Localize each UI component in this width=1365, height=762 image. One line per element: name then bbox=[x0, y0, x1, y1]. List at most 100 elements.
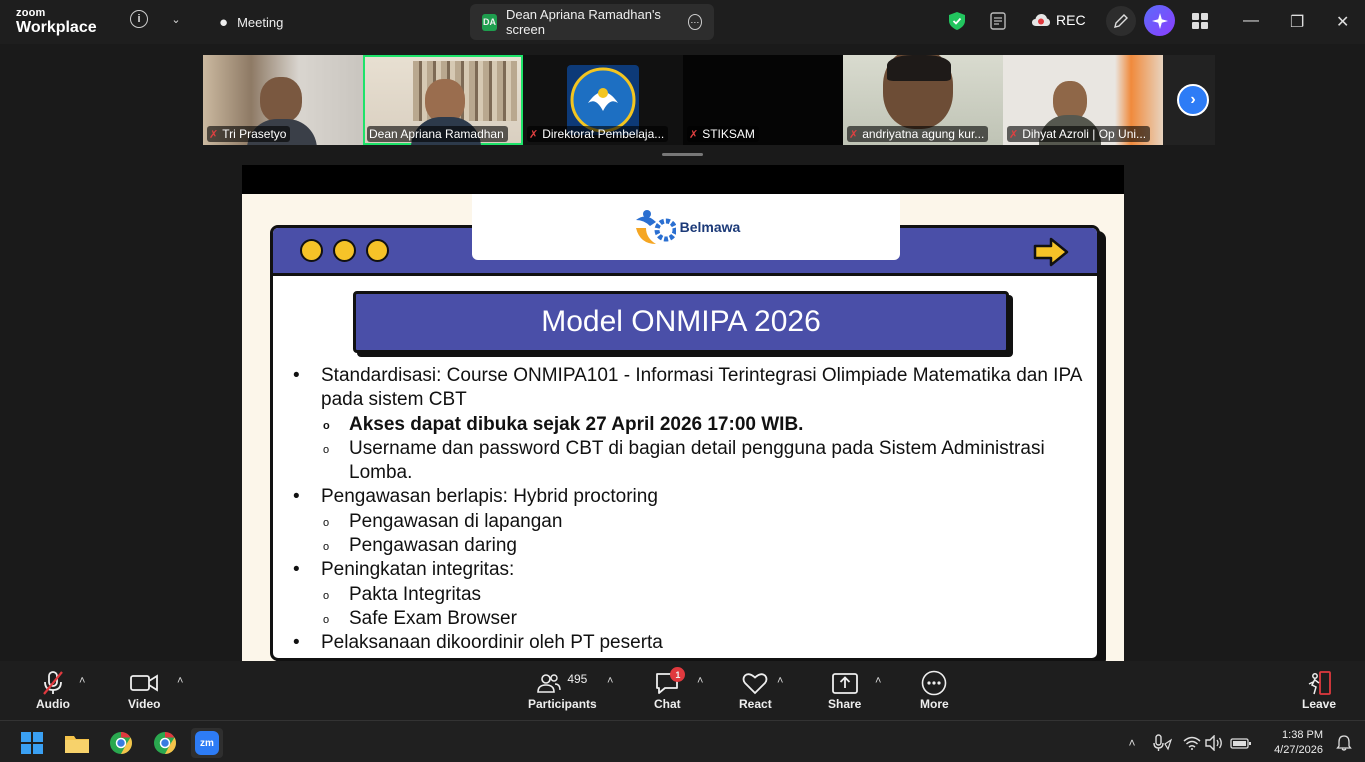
participant-tile[interactable]: ✗ andriyatna agung kur... bbox=[843, 55, 1003, 145]
chat-label: Chat bbox=[654, 697, 681, 711]
bullet-item: • Peningkatan integritas: bbox=[293, 558, 1093, 582]
participant-tile[interactable]: ✗ Dihyat Azroli | Op Uni... bbox=[1003, 55, 1163, 145]
paw-icon: ● bbox=[219, 13, 229, 31]
participant-name: ✗ Dihyat Azroli | Op Uni... bbox=[1007, 126, 1151, 142]
participants-options-caret-icon[interactable]: ˄ bbox=[607, 675, 613, 687]
bullet-dot: • bbox=[293, 365, 300, 386]
sub-bullet-item: o Pakta Integritas bbox=[293, 583, 1093, 607]
participant-name-text: Dean Apriana Ramadhan bbox=[369, 127, 504, 141]
annotate-pencil-icon[interactable] bbox=[1106, 6, 1136, 36]
participant-tile[interactable]: ✗ STIKSAM bbox=[683, 55, 843, 145]
sub-bullet-item: o Username dan password CBT di bagian det… bbox=[293, 437, 1093, 485]
belmawa-logo-text: Belmawa bbox=[679, 219, 741, 235]
yellow-dot-icon bbox=[366, 239, 389, 262]
react-button[interactable]: React bbox=[739, 669, 772, 711]
meeting-controls: Audio ˄ Video ˄ 495 Participants ˄ 1 Cha… bbox=[0, 661, 1365, 720]
react-options-caret-icon[interactable]: ˄ bbox=[777, 675, 783, 687]
slide-frame: Model ONMIPA 2026 • Standardisasi: Course… bbox=[270, 225, 1100, 661]
notification-bell-icon[interactable] bbox=[1328, 728, 1360, 758]
sub-bullet-text: Akses dapat dibuka sejak 27 April 2026 1… bbox=[349, 414, 804, 435]
slide-title: Model ONMIPA 2026 bbox=[353, 291, 1009, 353]
info-icon[interactable]: i bbox=[130, 10, 148, 28]
close-icon[interactable]: ✕ bbox=[1336, 12, 1349, 32]
more-options-icon[interactable]: ⋯ bbox=[687, 14, 703, 30]
minimize-icon[interactable]: — bbox=[1243, 12, 1259, 30]
more-label: More bbox=[920, 697, 949, 711]
share-options-caret-icon[interactable]: ˄ bbox=[875, 675, 881, 687]
sub-bullet-text: Pengawasan daring bbox=[349, 535, 517, 556]
participant-name-text: Direktorat Pembelaja... bbox=[542, 127, 665, 141]
audio-options-caret-icon[interactable]: ˄ bbox=[79, 675, 85, 687]
belmawa-logo: Belmawa bbox=[472, 194, 900, 260]
apps-grid-icon[interactable] bbox=[1190, 11, 1210, 31]
sub-bullet-item: o Akses dapat dibuka sejak 27 April 2026 … bbox=[293, 413, 1093, 437]
system-clock[interactable]: 1:38 PM 4/27/2026 bbox=[1274, 728, 1323, 758]
arrow-right-icon bbox=[1033, 237, 1069, 267]
sub-bullet-dot: o bbox=[323, 444, 330, 456]
shield-icon[interactable] bbox=[948, 11, 966, 31]
battery-icon[interactable] bbox=[1225, 728, 1257, 758]
belmawa-emblem-icon bbox=[635, 210, 676, 244]
sub-bullet-dot: o bbox=[323, 420, 330, 432]
participants-button[interactable]: 495 Participants bbox=[528, 669, 597, 711]
shared-screen-top-bar bbox=[242, 165, 1124, 194]
bullet-item: • Pelaksanaan dikoordinir oleh PT peserta bbox=[293, 631, 1093, 655]
leave-label: Leave bbox=[1302, 697, 1337, 711]
windows-start-icon[interactable] bbox=[16, 728, 48, 758]
video-feed bbox=[260, 77, 302, 123]
bullet-text: Peningkatan integritas: bbox=[321, 559, 515, 580]
video-button[interactable]: Video bbox=[128, 669, 160, 711]
chevron-up-icon[interactable]: ˄ bbox=[1116, 728, 1148, 758]
more-dots-icon bbox=[922, 670, 947, 696]
sub-bullet-text: Pakta Integritas bbox=[349, 584, 482, 605]
slide-content: • Standardisasi: Course ONMIPA101 - Infor… bbox=[293, 364, 1093, 656]
muted-mic-icon bbox=[43, 671, 63, 695]
participant-tile[interactable]: ✗ Direktorat Pembelaja... bbox=[523, 55, 683, 145]
sub-bullet-dot: o bbox=[323, 614, 330, 626]
share-button[interactable]: Share bbox=[828, 669, 861, 711]
mic-tray-icon[interactable] bbox=[1146, 728, 1178, 758]
chrome-profile-icon[interactable] bbox=[149, 728, 181, 758]
clock-time: 1:38 PM bbox=[1282, 729, 1323, 741]
chevron-down-icon[interactable]: ⌄ bbox=[168, 10, 184, 28]
muted-mic-icon: ✗ bbox=[209, 128, 219, 141]
participant-name: ✗ STIKSAM bbox=[687, 126, 759, 142]
bullet-dot: • bbox=[293, 559, 300, 580]
more-button[interactable]: More bbox=[920, 669, 949, 711]
chat-options-caret-icon[interactable]: ˄ bbox=[697, 675, 703, 687]
chrome-icon[interactable] bbox=[105, 728, 137, 758]
resize-handle[interactable] bbox=[662, 153, 703, 156]
sub-bullet-item: o Pengawasan di lapangan bbox=[293, 510, 1093, 534]
next-page-arrow-icon[interactable]: › bbox=[1177, 84, 1209, 116]
tab-meeting-label: Meeting bbox=[237, 14, 284, 30]
chat-unread-badge: 1 bbox=[670, 667, 686, 682]
leave-door-icon bbox=[1308, 671, 1331, 695]
recording-indicator[interactable]: REC bbox=[1032, 12, 1086, 28]
participant-tile-active-speaker[interactable]: Dean Apriana Ramadhan bbox=[363, 55, 523, 145]
tab-shared-screen[interactable]: DA Dean Apriana Ramadhan's screen ⋯ bbox=[470, 4, 714, 40]
muted-mic-icon: ✗ bbox=[529, 128, 539, 141]
video-options-caret-icon[interactable]: ˄ bbox=[177, 675, 183, 687]
video-camera-icon bbox=[130, 674, 159, 692]
audio-label: Audio bbox=[36, 697, 70, 711]
restore-icon[interactable]: ❐ bbox=[1290, 12, 1304, 32]
leave-button[interactable]: Leave bbox=[1302, 669, 1336, 711]
bullet-text: Pelaksanaan dikoordinir oleh PT peserta bbox=[321, 632, 663, 653]
file-explorer-icon[interactable] bbox=[61, 728, 93, 758]
sub-bullet-item: o Pengawasan daring bbox=[293, 534, 1093, 558]
video-feed-hair bbox=[887, 55, 951, 81]
tab-shared-screen-label: Dean Apriana Ramadhan's screen bbox=[505, 7, 661, 37]
heart-icon bbox=[742, 673, 768, 695]
notes-icon[interactable] bbox=[989, 11, 1007, 31]
zoom-app-icon[interactable]: zm bbox=[191, 728, 223, 758]
brand-line1: zoom bbox=[16, 7, 46, 19]
audio-button[interactable]: Audio bbox=[36, 669, 70, 711]
sub-bullet-dot: o bbox=[323, 517, 330, 529]
chat-button[interactable]: 1 Chat bbox=[654, 667, 686, 711]
participant-name: Dean Apriana Ramadhan bbox=[367, 126, 508, 142]
ai-companion-icon[interactable] bbox=[1144, 5, 1175, 36]
sub-bullet-item: o Safe Exam Browser bbox=[293, 607, 1093, 631]
tab-meeting[interactable]: ● Meeting bbox=[207, 4, 295, 40]
participant-name-text: STIKSAM bbox=[702, 127, 755, 141]
participant-tile[interactable]: ✗ Tri Prasetyo bbox=[203, 55, 363, 145]
